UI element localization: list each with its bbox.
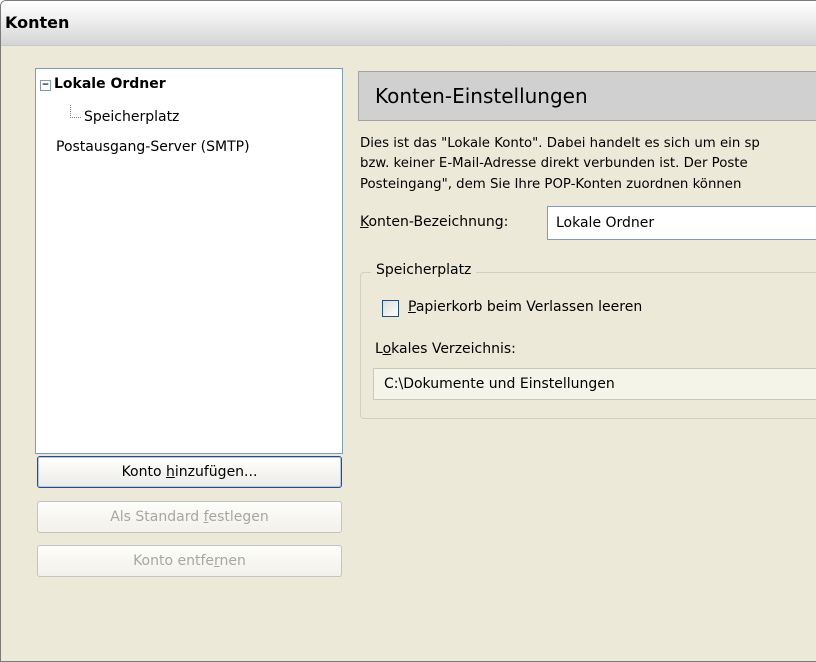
button-label-part: estlegen (208, 509, 269, 525)
storage-group-title: Speicherplatz (371, 262, 477, 278)
label-text: onten-Bezeichnung: (368, 214, 509, 230)
button-label-part: Konto (121, 464, 167, 480)
tree-item-storage[interactable]: Speicherplatz (84, 109, 179, 125)
empty-trash-checkbox[interactable] (382, 300, 399, 317)
button-accel-key: h (166, 464, 175, 480)
button-label-part: Als Standard (110, 509, 204, 525)
page-title: Konten-Einstellungen (375, 84, 588, 108)
window-title: Konten (5, 13, 70, 32)
label-accel-key: o (382, 341, 392, 357)
accounts-window: Konten − Lokale Ordner Speicherplatz Post… (0, 0, 816, 662)
label-text: kales Verzeichnis: (391, 341, 516, 357)
label-accel-key: P (408, 299, 416, 315)
label-text: apierkorb beim Verlassen leeren (415, 299, 643, 315)
remove-account-button[interactable]: Konto entfernen (37, 545, 342, 577)
description-line: bzw. keiner E-Mail-Adresse direkt verbun… (360, 156, 748, 171)
account-name-label: Konten-Bezeichnung: (360, 214, 508, 230)
label-text: L (375, 341, 383, 357)
add-account-button[interactable]: Konto hinzufügen... (37, 456, 342, 488)
description-line: Posteingang", dem Sie Ihre POP-Konten zu… (360, 177, 742, 192)
settings-header: Konten-Einstellungen (358, 71, 816, 121)
tree-item-local-folders[interactable]: − Lokale Ordner (40, 76, 166, 92)
local-directory-input[interactable]: C:\Dokumente und Einstellungen (373, 368, 816, 400)
button-label-part: nen (219, 553, 246, 569)
title-bar: Konten (1, 1, 816, 46)
button-label-part: inzufügen... (174, 464, 258, 480)
account-tree[interactable]: − Lokale Ordner Speicherplatz Postausgang… (35, 68, 343, 454)
button-label-part: Konto entfe (133, 553, 215, 569)
account-name-input[interactable]: Lokale Ordner (547, 206, 816, 240)
local-directory-label: Lokales Verzeichnis: (375, 341, 516, 357)
tree-item-label: Lokale Ordner (54, 76, 166, 92)
collapse-icon[interactable]: − (40, 80, 51, 91)
set-default-button[interactable]: Als Standard festlegen (37, 501, 342, 533)
tree-item-smtp[interactable]: Postausgang-Server (SMTP) (56, 139, 250, 155)
empty-trash-label[interactable]: Papierkorb beim Verlassen leeren (408, 299, 642, 315)
description-line: Dies ist das "Lokale Konto". Dabei hande… (360, 136, 760, 151)
tree-connector-line (70, 105, 81, 118)
